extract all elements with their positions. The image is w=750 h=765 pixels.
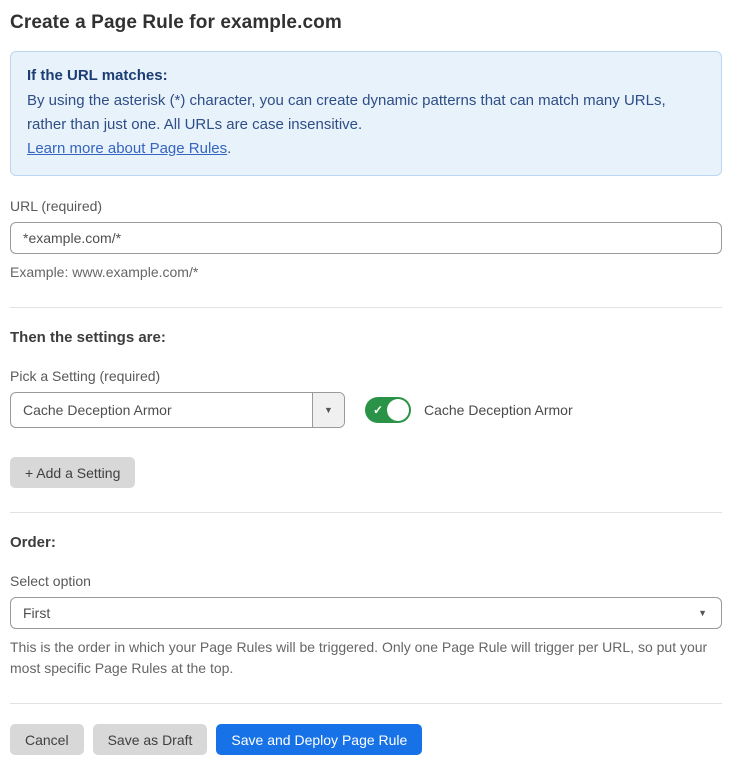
cancel-button[interactable]: Cancel (10, 724, 84, 755)
pick-setting-label: Pick a Setting (required) (10, 368, 722, 384)
settings-section-heading: Then the settings are: (10, 329, 722, 346)
info-box-body: By using the asterisk (*) character, you… (27, 89, 705, 137)
create-page-rule-panel: Create a Page Rule for example.com If th… (0, 0, 750, 765)
order-help-text: This is the order in which your Page Rul… (10, 637, 722, 679)
chevron-down-icon: ▼ (698, 609, 707, 618)
divider (10, 307, 722, 308)
page-title: Create a Page Rule for example.com (10, 12, 722, 34)
order-select-label: Select option (10, 573, 722, 589)
setting-dropdown-arrow-button[interactable]: ▼ (312, 393, 344, 427)
chevron-down-icon: ▼ (324, 406, 333, 415)
setting-dropdown[interactable]: Cache Deception Armor ▼ (10, 392, 345, 428)
url-field-label: URL (required) (10, 198, 722, 214)
url-input[interactable] (10, 222, 722, 254)
url-match-info-box: If the URL matches: By using the asteris… (10, 51, 722, 176)
info-box-heading: If the URL matches: (27, 64, 705, 88)
order-dropdown[interactable]: First ▼ (10, 597, 722, 629)
learn-more-link[interactable]: Learn more about Page Rules (27, 140, 227, 157)
save-and-deploy-button[interactable]: Save and Deploy Page Rule (216, 724, 422, 755)
setting-dropdown-value: Cache Deception Armor (11, 393, 312, 427)
divider (10, 703, 722, 704)
toggle-knob (387, 399, 409, 421)
url-example-text: Example: www.example.com/* (10, 262, 722, 283)
setting-row: Cache Deception Armor ▼ ✓ Cache Deceptio… (10, 392, 722, 428)
add-setting-button[interactable]: + Add a Setting (10, 457, 135, 488)
footer-actions: Cancel Save as Draft Save and Deploy Pag… (10, 724, 722, 755)
setting-toggle-label: Cache Deception Armor (424, 402, 573, 418)
order-section-heading: Order: (10, 534, 722, 551)
info-box-link-line: Learn more about Page Rules. (27, 137, 705, 161)
order-dropdown-value: First (23, 605, 50, 621)
divider (10, 512, 722, 513)
save-as-draft-button[interactable]: Save as Draft (93, 724, 208, 755)
setting-toggle[interactable]: ✓ (365, 397, 411, 423)
link-suffix: . (227, 140, 231, 157)
check-icon: ✓ (373, 403, 383, 417)
